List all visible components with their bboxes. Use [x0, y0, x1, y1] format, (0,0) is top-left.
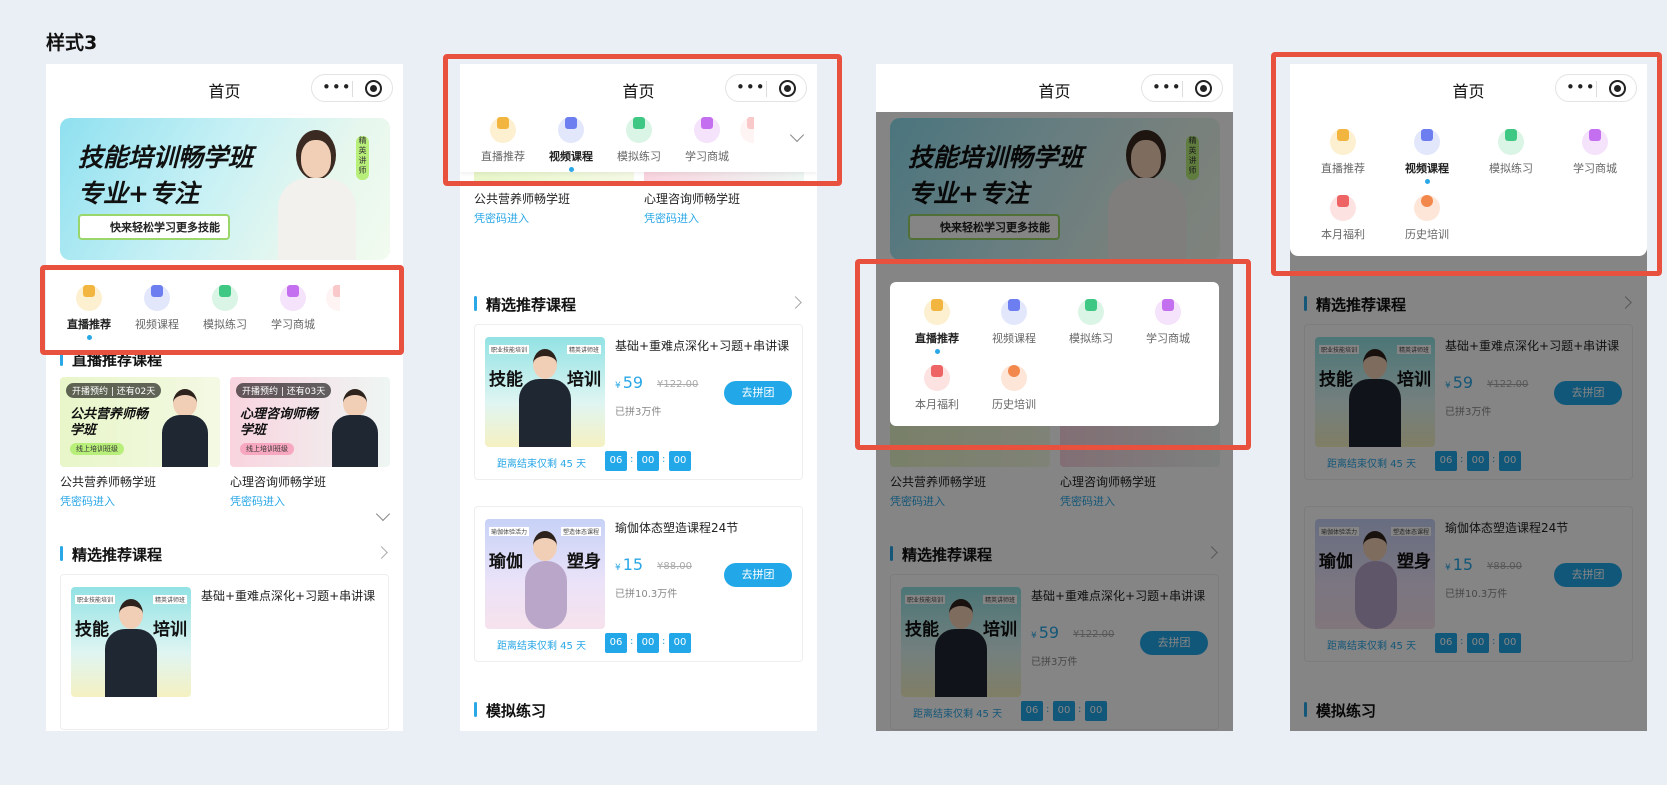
course-price: ¥59 [615, 373, 644, 392]
hero-banner[interactable]: 技能培训畅学班 专业+专注 快来轻松学习更多技能 精英讲师 [60, 118, 390, 260]
countdown-minutes: 00 [637, 633, 659, 653]
highlight-box [1271, 52, 1662, 276]
banner-headline: 技能培训畅学班 [78, 143, 254, 172]
thumb-text: 塑身 [567, 552, 601, 572]
countdown-separator: : [662, 454, 666, 465]
countdown-seconds: 00 [669, 451, 691, 471]
live-enter-link[interactable]: 凭密码进入 [60, 493, 220, 509]
highlight-box [443, 54, 842, 186]
course-thumbnail: 职业技能培训 精英讲师班 技能 培训 [71, 587, 191, 697]
section-title-practice: 模拟练习 [474, 700, 546, 721]
course-card[interactable]: 职业技能培训 精英讲师班 技能 培训 基础+重难点深化+习题+串讲课 ¥59 ¥… [474, 324, 803, 480]
countdown-minutes: 00 [637, 451, 659, 471]
capsule-divider [1182, 81, 1183, 97]
more-chevron-icon[interactable] [375, 546, 388, 559]
original-price: ¥122.00 [657, 379, 699, 390]
group-buy-button[interactable]: 去拼团 [724, 381, 792, 405]
live-card-name: 心理咨询师畅学班 [230, 475, 327, 489]
sold-count: 已拼3万件 [615, 407, 662, 418]
nav-bar: 首页 ••• [876, 64, 1233, 112]
countdown-seconds: 00 [669, 633, 691, 653]
more-icon[interactable]: ••• [322, 78, 352, 96]
teacher-image [519, 349, 571, 447]
countdown-label: 距离结束仅剩 45 天 [497, 459, 587, 470]
mini-program-capsule: ••• [311, 74, 393, 102]
expand-tabs-chevron-icon[interactable] [375, 506, 391, 522]
countdown-label: 距离结束仅剩 45 天 [497, 641, 587, 652]
section-title-featured: 精选推荐课程 [60, 544, 162, 565]
close-target-icon[interactable] [365, 80, 382, 97]
thumb-tag: 精英讲师班 [566, 345, 601, 354]
group-buy-button[interactable]: 去拼团 [724, 563, 792, 587]
course-title: 基础+重难点深化+习题+串讲课 [615, 339, 790, 353]
live-card[interactable]: 开播预约 | 还有03天 心理咨询师畅学班 线上培训班级 心理咨询师畅学班 凭密… [230, 377, 390, 509]
countdown-hours: 06 [605, 633, 627, 653]
phone-screen-1: 首页 ••• 技能培训畅学班 专业+专注 快来轻松学习更多技能 精英讲师 直播推… [46, 64, 403, 731]
thumb-text: 技能 [75, 620, 109, 640]
course-price: ¥15 [615, 555, 644, 574]
thumb-text: 培训 [153, 620, 187, 640]
live-card-name: 公共营养师畅学班 [474, 192, 571, 206]
live-enter-link[interactable]: 凭密码进入 [474, 210, 634, 226]
banner-slogan: 快来轻松学习更多技能 [78, 214, 230, 240]
thumb-text: 技能 [489, 370, 523, 390]
teacher-image [332, 389, 378, 467]
banner-teacher-image [278, 130, 356, 260]
live-thumbnail: 开播预约 | 还有03天 心理咨询师畅学班 线上培训班级 [230, 377, 390, 467]
capsule-divider [352, 81, 353, 97]
close-target-icon[interactable] [1195, 80, 1212, 97]
live-thumb-title: 公共营养师畅学班 [70, 407, 149, 438]
thumb-text: 瑜伽 [489, 552, 523, 572]
section-title-featured: 精选推荐课程 [474, 294, 576, 315]
countdown-separator: : [662, 636, 666, 647]
live-thumb-tag: 线上培训班级 [70, 443, 124, 455]
banner-tag: 精英讲师 [356, 136, 369, 180]
course-thumbnail: 瑜伽体验活力 塑造体态课程 瑜伽 塑身 [485, 519, 605, 629]
live-countdown-badge: 开播预约 | 还有02天 [66, 383, 162, 398]
teacher-image [162, 389, 208, 467]
countdown-hours: 06 [605, 451, 627, 471]
sold-count: 已拼10.3万件 [615, 589, 678, 600]
teacher-image [105, 599, 157, 697]
live-countdown-badge: 开播预约 | 还有03天 [236, 383, 332, 398]
live-card-name: 公共营养师畅学班 [60, 475, 157, 489]
highlight-box [855, 259, 1251, 450]
more-icon[interactable]: ••• [1152, 78, 1182, 96]
live-card-name: 心理咨询师畅学班 [644, 192, 741, 206]
live-thumb-title: 心理咨询师畅学班 [240, 407, 319, 438]
more-chevron-icon[interactable] [789, 296, 802, 309]
live-enter-link[interactable]: 凭密码进入 [644, 210, 804, 226]
course-thumbnail: 职业技能培训 精英讲师班 技能 培训 [485, 337, 605, 447]
yoga-model-image [519, 531, 571, 629]
thumb-text: 培训 [567, 370, 601, 390]
nav-bar: 首页 ••• [46, 64, 403, 112]
thumb-tag: 精英讲师班 [152, 595, 187, 604]
course-card[interactable]: 职业技能培训 精英讲师班 技能 培训 基础+重难点深化+习题+串讲课 [60, 574, 389, 730]
live-thumbnail: 开播预约 | 还有02天 公共营养师畅学班 线上培训班级 [60, 377, 220, 467]
mini-program-capsule: ••• [1141, 74, 1223, 102]
course-card[interactable]: 瑜伽体验活力 塑造体态课程 瑜伽 塑身 瑜伽体态塑造课程24节 ¥15 ¥88.… [474, 506, 803, 662]
page-title: 样式3 [46, 32, 98, 54]
live-thumb-tag: 线上培训班级 [240, 443, 294, 455]
live-enter-link[interactable]: 凭密码进入 [230, 493, 390, 509]
banner-subheadline: 专业+专注 [78, 179, 199, 208]
course-title: 瑜伽体态塑造课程24节 [615, 521, 739, 535]
course-title: 基础+重难点深化+习题+串讲课 [201, 589, 376, 603]
original-price: ¥88.00 [657, 561, 692, 572]
countdown-separator: : [630, 454, 634, 465]
countdown-separator: : [630, 636, 634, 647]
live-card[interactable]: 开播预约 | 还有02天 公共营养师畅学班 线上培训班级 公共营养师畅学班 凭密… [60, 377, 220, 509]
highlight-box [40, 265, 404, 355]
